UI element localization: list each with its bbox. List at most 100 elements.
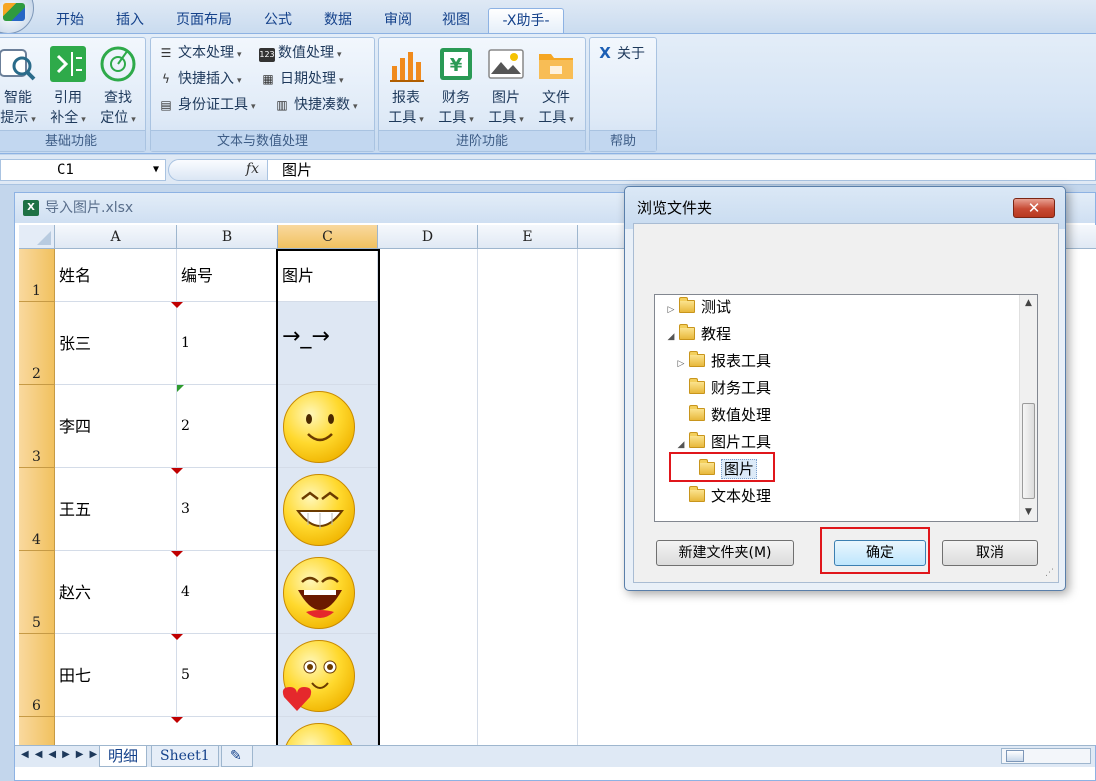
group-text-number-label: 文本与数值处理 bbox=[151, 130, 374, 151]
tab-view[interactable]: 视图 bbox=[432, 8, 480, 34]
close-icon[interactable]: ✕ bbox=[1013, 198, 1055, 218]
folder-tree[interactable]: ▷ 测试 ◢ 教程 ▷ 报表工具 财务工具 数值处理 ◢ 图片工具 图片 文本处理 ▲ … bbox=[654, 294, 1038, 522]
collapse-icon[interactable]: ◢ bbox=[665, 325, 677, 349]
cell-a4[interactable]: 王五 bbox=[55, 468, 177, 551]
cell-a3[interactable]: 李四 bbox=[55, 385, 177, 468]
image-tool-button[interactable]: 图片 工具 ▾ bbox=[483, 44, 529, 130]
office-button[interactable] bbox=[0, 0, 34, 34]
cell-a2[interactable]: 张三 bbox=[55, 302, 177, 385]
text-process-button[interactable]: ☰ 文本处理 ▾ bbox=[157, 42, 242, 64]
tree-node-test[interactable]: ▷ 测试 bbox=[665, 295, 731, 319]
column-selection-border bbox=[276, 249, 380, 745]
horizontal-scrollbar[interactable] bbox=[1001, 748, 1091, 764]
tree-node-number-process[interactable]: 数值处理 bbox=[675, 403, 771, 427]
scroll-thumb[interactable] bbox=[1022, 403, 1035, 499]
row-header-5[interactable]: 5 bbox=[19, 551, 55, 634]
row-header-7[interactable] bbox=[19, 717, 55, 745]
find-locate-button[interactable]: 查找 定位 ▾ bbox=[95, 44, 141, 130]
name-box[interactable]: C1 ▼ bbox=[0, 159, 166, 181]
cell-a6[interactable]: 田七 bbox=[55, 634, 177, 717]
quick-sum-button[interactable]: ▥ 快捷凑数 ▾ bbox=[273, 94, 357, 116]
column-header-a[interactable]: A bbox=[55, 225, 177, 249]
column-d-cells[interactable] bbox=[378, 249, 478, 745]
number-process-button[interactable]: 123 数值处理 ▾ bbox=[259, 42, 342, 64]
report-tool-button[interactable]: 报表 工具 ▾ bbox=[383, 44, 429, 130]
tab-page-layout[interactable]: 页面布局 bbox=[168, 8, 240, 34]
column-header-c[interactable]: C bbox=[278, 225, 378, 249]
cell-a1[interactable]: 姓名 bbox=[55, 249, 177, 302]
group-text-number: ☰ 文本处理 ▾ 123 数值处理 ▾ ϟ 快捷插入 ▾ ▦ 日期处理 ▾ ▤ 身份证工具 ▾ ▥ 快… bbox=[150, 37, 375, 152]
resize-grip-icon[interactable]: ⋰ bbox=[1045, 568, 1054, 578]
tree-node-image-tools[interactable]: ◢ 图片工具 bbox=[675, 430, 771, 454]
tree-node-finance-tools[interactable]: 财务工具 bbox=[675, 376, 771, 400]
select-all-corner[interactable] bbox=[19, 225, 55, 249]
row-header-3[interactable]: 3 bbox=[19, 385, 55, 468]
column-header-b[interactable]: B bbox=[177, 225, 278, 249]
id-card-tool-button[interactable]: ▤ 身份证工具 ▾ bbox=[157, 94, 255, 116]
expand-icon[interactable]: ▷ bbox=[665, 298, 677, 322]
cell-b4[interactable]: 3 bbox=[177, 468, 278, 551]
row-header-1[interactable]: 1 bbox=[19, 249, 55, 302]
tab-home[interactable]: 开始 bbox=[48, 8, 92, 34]
ok-button[interactable]: 确定 bbox=[834, 540, 926, 566]
tree-node-report-tools[interactable]: ▷ 报表工具 bbox=[675, 349, 771, 373]
group-advanced-label: 进阶功能 bbox=[379, 130, 585, 151]
cell-a5[interactable]: 赵六 bbox=[55, 551, 177, 634]
file-tool-button[interactable]: 文件 工具 ▾ bbox=[533, 44, 579, 130]
scroll-down-icon[interactable]: ▼ bbox=[1020, 504, 1037, 521]
cell-b6[interactable]: 5 bbox=[177, 634, 278, 717]
group-basic-label: 基础功能 bbox=[0, 130, 145, 151]
cell-b3[interactable]: 2 bbox=[177, 385, 278, 468]
new-sheet-icon[interactable]: ✎ bbox=[221, 746, 253, 767]
finance-tool-label-2: 工具 bbox=[438, 110, 467, 126]
scroll-up-icon[interactable]: ▲ bbox=[1020, 295, 1037, 312]
new-folder-button[interactable]: 新建文件夹(M) bbox=[656, 540, 794, 566]
row-header-6[interactable]: 6 bbox=[19, 634, 55, 717]
about-button[interactable]: X 关于 bbox=[596, 42, 645, 64]
column-header-e[interactable]: E bbox=[478, 225, 578, 249]
column-header-d[interactable]: D bbox=[378, 225, 478, 249]
x-logo-icon: X bbox=[599, 44, 611, 62]
finance-tool-button[interactable]: ¥ 财务 工具 ▾ bbox=[433, 44, 479, 130]
cell-b2[interactable]: 1 bbox=[177, 302, 278, 385]
insert-function-button[interactable]: fx bbox=[168, 159, 268, 181]
scroll-thumb[interactable] bbox=[1006, 750, 1024, 762]
yuan-icon: ¥ bbox=[436, 44, 476, 84]
ref-complete-button[interactable]: 引用 补全 ▾ bbox=[45, 44, 91, 130]
row-header-2[interactable]: 2 bbox=[19, 302, 55, 385]
tree-node-tutorial[interactable]: ◢ 教程 bbox=[665, 322, 731, 346]
tab-review[interactable]: 审阅 bbox=[374, 8, 422, 34]
group-help: X 关于 帮助 bbox=[589, 37, 657, 152]
sheet-nav-arrows[interactable]: ◀◀◀▶▶▶ bbox=[21, 749, 103, 760]
lines-icon: ☰ bbox=[160, 46, 172, 60]
date-process-button[interactable]: ▦ 日期处理 ▾ bbox=[259, 68, 343, 90]
group-basic: 智能 提示 ▾ 引用 补全 ▾ 查找 定位 ▾ 基础功能 bbox=[0, 37, 146, 152]
smart-hint-button[interactable]: 智能 提示 ▾ bbox=[0, 44, 41, 130]
excel-file-icon: X bbox=[23, 200, 39, 216]
sheet-tab-detail[interactable]: 明细 bbox=[99, 746, 148, 767]
tab-x-assistant[interactable]: -X助手- bbox=[488, 8, 564, 34]
cell-b1[interactable]: 编号 bbox=[177, 249, 278, 302]
svg-text:¥: ¥ bbox=[450, 55, 463, 76]
expand-icon[interactable]: ▷ bbox=[675, 352, 687, 376]
column-e-cells[interactable] bbox=[478, 249, 578, 745]
formula-input[interactable]: 图片 bbox=[268, 159, 1096, 181]
cell-b5[interactable]: 4 bbox=[177, 551, 278, 634]
tree-scrollbar[interactable]: ▲ ▼ bbox=[1019, 295, 1037, 521]
tab-insert[interactable]: 插入 bbox=[106, 8, 154, 34]
cancel-button[interactable]: 取消 bbox=[942, 540, 1038, 566]
folder-icon bbox=[689, 378, 705, 394]
chevron-down-icon[interactable]: ▼ bbox=[153, 160, 159, 180]
tab-data[interactable]: 数据 bbox=[314, 8, 362, 34]
id-card-icon: ▤ bbox=[160, 98, 172, 112]
tree-node-text-process[interactable]: 文本处理 bbox=[675, 484, 771, 508]
sheet-tab-sheet1[interactable]: Sheet1 bbox=[151, 746, 219, 767]
row-header-4[interactable]: 4 bbox=[19, 468, 55, 551]
collapse-icon[interactable]: ◢ bbox=[675, 433, 687, 457]
tree-node-images[interactable]: 图片 bbox=[685, 457, 758, 481]
text-process-label: 文本处理 bbox=[178, 45, 234, 61]
report-tool-label-2: 工具 bbox=[388, 110, 417, 126]
quick-insert-button[interactable]: ϟ 快捷插入 ▾ bbox=[157, 68, 242, 90]
tab-formulas[interactable]: 公式 bbox=[254, 8, 302, 34]
number-process-label: 数值处理 bbox=[278, 45, 334, 61]
